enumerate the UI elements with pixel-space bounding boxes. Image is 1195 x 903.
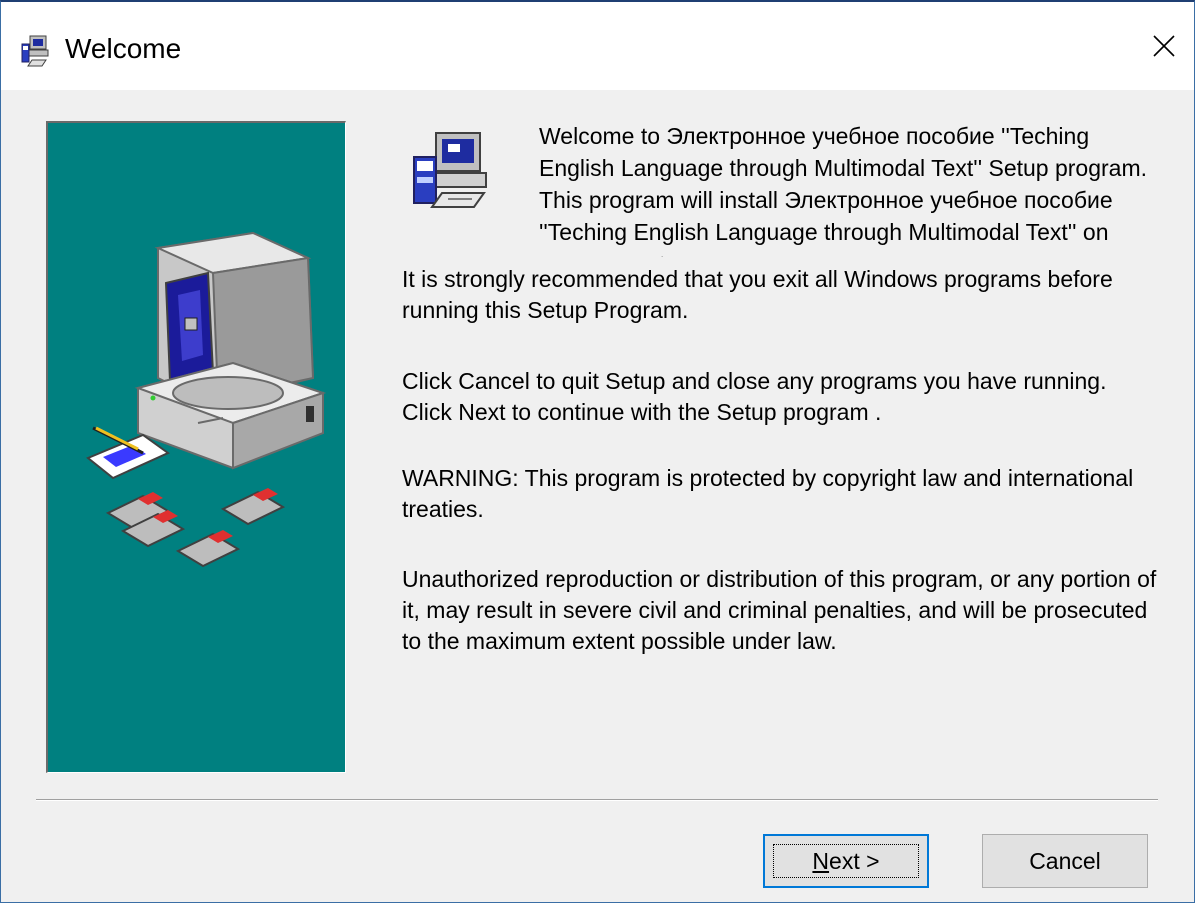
window-title: Welcome	[65, 33, 182, 64]
next-label-rest: ext >	[829, 847, 880, 874]
next-button-label: Next >	[812, 848, 879, 875]
setup-dialog-window: Welcome Welcome to Электронное учебное п…	[0, 0, 1195, 903]
copyright-notice-text: Unauthorized reproduction or distributio…	[402, 566, 1157, 654]
welcome-text: Welcome to Электронное учебное пособие '…	[539, 123, 1148, 257]
separator-line	[36, 799, 1158, 801]
setup-app-icon	[21, 35, 49, 67]
title-bar[interactable]: Welcome	[1, 2, 1194, 90]
computer-with-floppy-disks-illustration	[86, 231, 327, 568]
cancel-button[interactable]: Cancel	[982, 834, 1148, 888]
next-mnemonic: N	[812, 847, 830, 874]
side-panel	[46, 121, 346, 773]
recommendation-text: It is strongly recommended that you exit…	[402, 266, 1113, 323]
warning-text: WARNING: This program is protected by co…	[402, 465, 1134, 522]
cancel-button-label: Cancel	[1029, 847, 1101, 874]
setup-computer-icon	[413, 132, 487, 208]
next-button[interactable]: Next >	[763, 834, 929, 888]
close-button[interactable]	[1142, 24, 1186, 68]
close-icon	[1153, 35, 1175, 57]
welcome-message: Welcome to Электронное учебное пособие '…	[539, 120, 1149, 257]
instructions-text: Click Cancel to quit Setup and close any…	[402, 368, 1107, 425]
